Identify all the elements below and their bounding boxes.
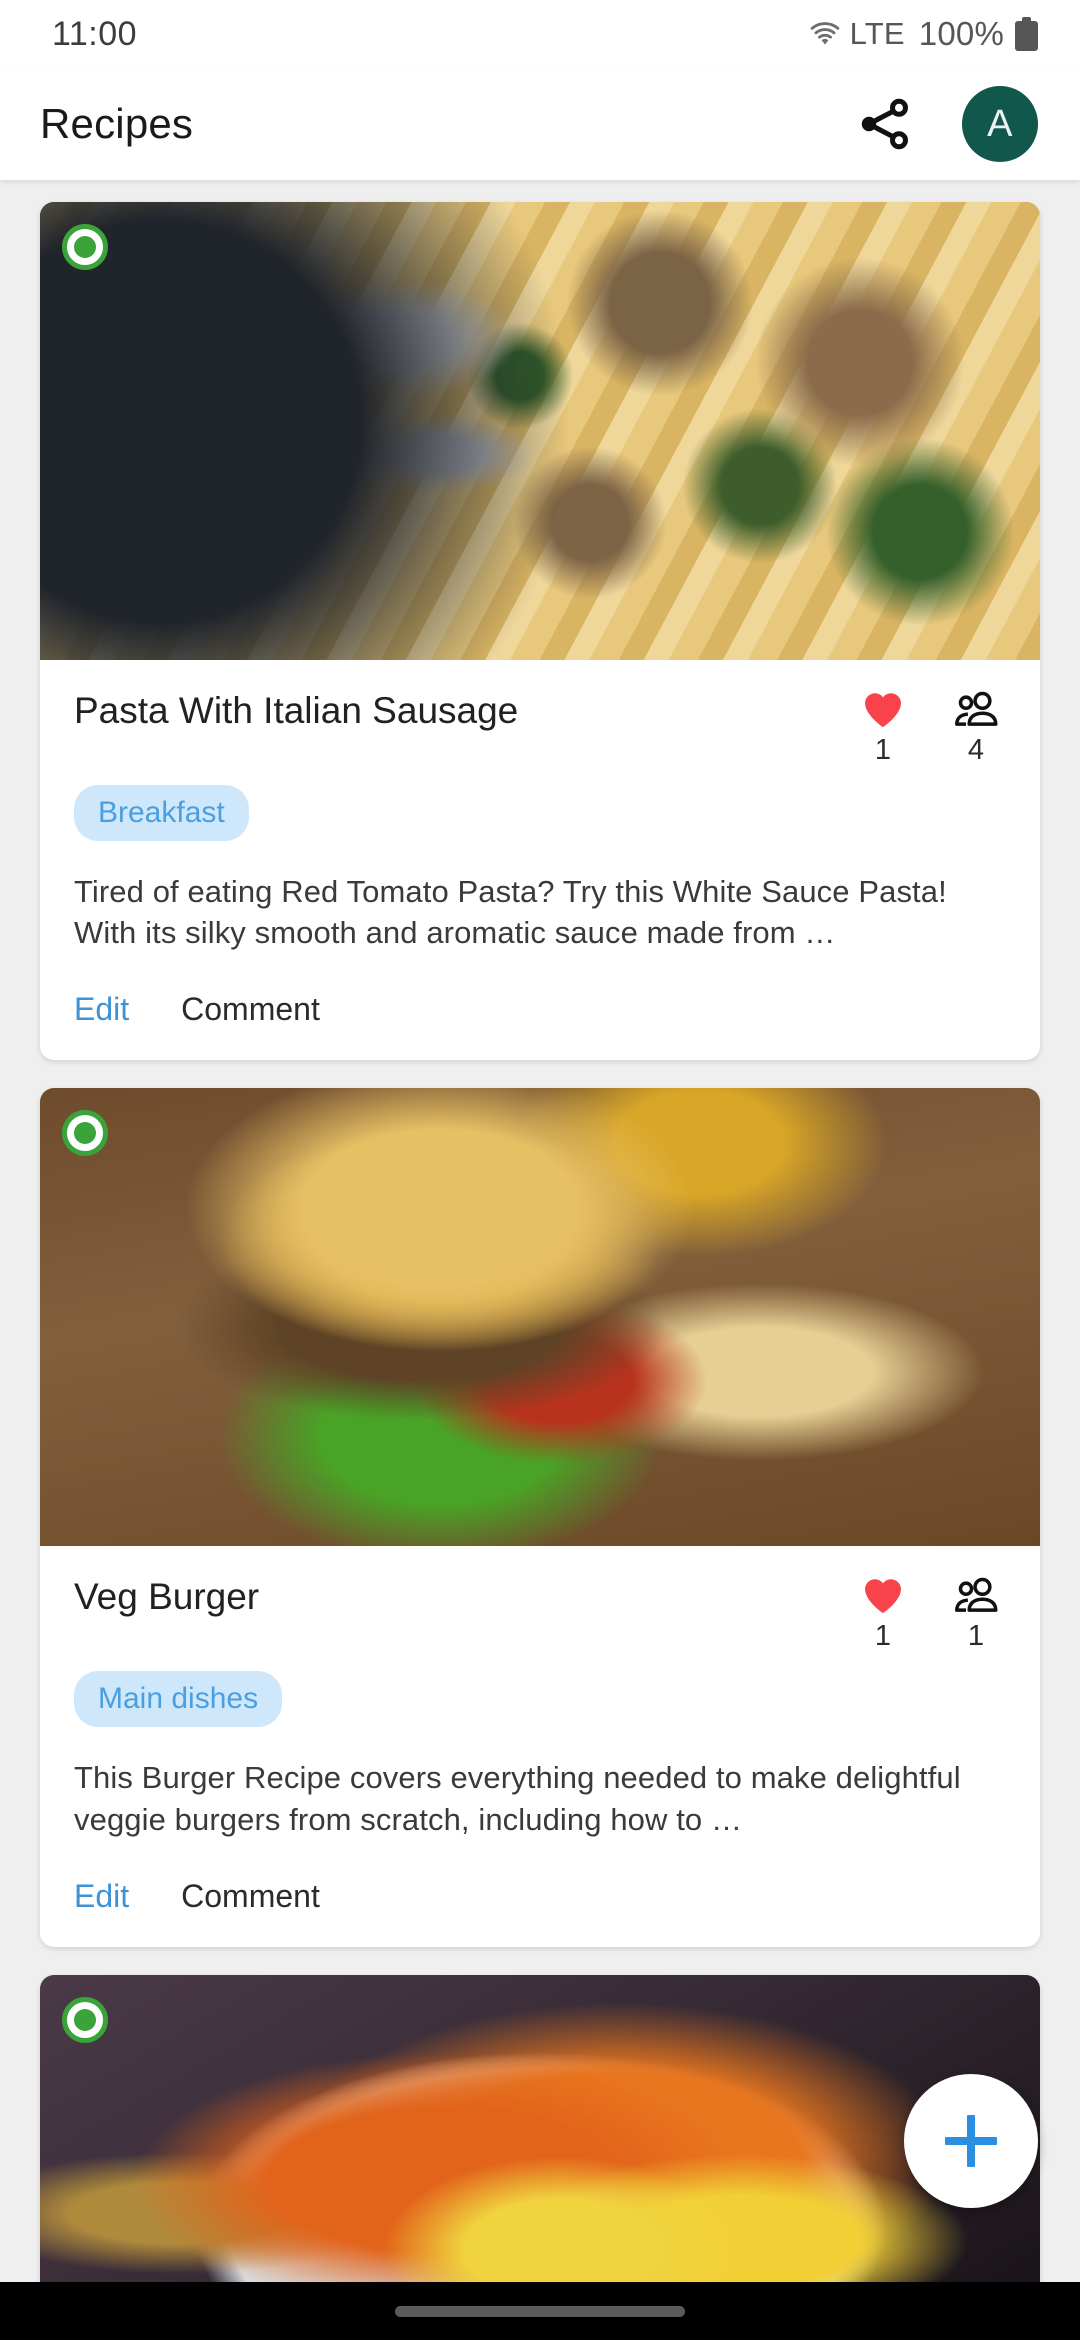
home-indicator[interactable]	[395, 2306, 685, 2317]
likes-stat[interactable]: 1	[860, 1574, 906, 1653]
people-stat[interactable]: 1	[952, 1574, 1000, 1653]
people-count: 4	[968, 734, 984, 767]
battery-percent-label: 100%	[919, 15, 1004, 53]
recipe-actions: Edit Comment	[74, 1878, 1006, 1933]
recipe-title: Veg Burger	[74, 1572, 259, 1619]
status-bar: 11:00 LTE 100%	[0, 0, 1080, 68]
likes-stat[interactable]: 1	[860, 688, 906, 767]
status-bar-indicators: LTE 100%	[808, 15, 1038, 53]
comment-button[interactable]: Comment	[181, 1878, 320, 1915]
veg-indicator-icon	[62, 1110, 108, 1156]
likes-count: 1	[875, 734, 891, 767]
people-stat[interactable]: 4	[952, 688, 1000, 767]
edit-button[interactable]: Edit	[74, 1878, 129, 1915]
network-type-label: LTE	[850, 16, 905, 52]
system-navigation-bar	[0, 2282, 1080, 2340]
likes-count: 1	[875, 1620, 891, 1653]
app-bar: Recipes A	[0, 68, 1080, 180]
battery-full-icon	[1015, 17, 1038, 51]
page-title: Recipes	[40, 100, 193, 148]
category-chip[interactable]: Main dishes	[74, 1671, 282, 1727]
people-icon	[952, 1574, 1000, 1616]
people-count: 1	[968, 1620, 984, 1653]
add-recipe-fab[interactable]	[904, 2074, 1038, 2208]
status-bar-time: 11:00	[52, 15, 137, 54]
heart-icon	[860, 1574, 906, 1616]
plus-icon	[945, 2115, 997, 2167]
recipe-card[interactable]: Pasta With Italian Sausage 1	[40, 202, 1040, 1060]
recipe-image[interactable]	[40, 202, 1040, 660]
category-chip[interactable]: Breakfast	[74, 785, 249, 841]
avatar[interactable]: A	[962, 86, 1038, 162]
recipe-feed[interactable]: Pasta With Italian Sausage 1	[0, 180, 1080, 2340]
edit-button[interactable]: Edit	[74, 991, 129, 1028]
recipe-card-body: Veg Burger 1	[40, 1546, 1040, 1946]
app-bar-actions: A	[854, 86, 1038, 162]
recipe-actions: Edit Comment	[74, 991, 1006, 1046]
recipe-stats: 1 4	[860, 686, 1006, 767]
share-icon[interactable]	[854, 94, 914, 154]
veg-indicator-icon	[62, 224, 108, 270]
heart-icon	[860, 688, 906, 730]
recipe-stats: 1 1	[860, 1572, 1006, 1653]
recipe-card[interactable]: Veg Burger 1	[40, 1088, 1040, 1946]
recipe-description: This Burger Recipe covers everything nee…	[74, 1757, 1006, 1839]
recipe-image[interactable]	[40, 1088, 1040, 1546]
veg-indicator-icon	[62, 1997, 108, 2043]
recipe-description: Tired of eating Red Tomato Pasta? Try th…	[74, 871, 1006, 953]
recipe-title-row: Pasta With Italian Sausage 1	[74, 686, 1006, 767]
recipe-title-row: Veg Burger 1	[74, 1572, 1006, 1653]
wifi-icon	[808, 21, 842, 47]
recipe-title: Pasta With Italian Sausage	[74, 686, 518, 733]
comment-button[interactable]: Comment	[181, 991, 320, 1028]
recipe-card-body: Pasta With Italian Sausage 1	[40, 660, 1040, 1060]
people-icon	[952, 688, 1000, 730]
